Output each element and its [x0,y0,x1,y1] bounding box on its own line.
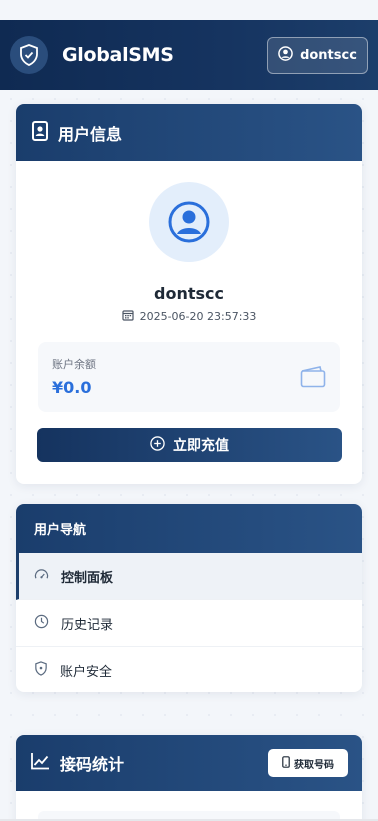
clock-icon [34,614,49,633]
balance-label: 账户余额 [52,358,96,371]
nav-item-history[interactable]: 历史记录 [16,600,362,647]
user-nav-header: 用户导航 [16,504,362,553]
user-nav-card: 用户导航 控制面板 历史记录 账户安全 [16,504,362,692]
registration-time: 2025-06-20 23:57:33 [16,309,362,324]
get-number-button[interactable]: 获取号码 [268,749,348,777]
avatar [149,182,229,262]
get-number-label: 获取号码 [294,759,334,771]
user-nav-title: 用户导航 [34,523,87,538]
nav-item-dashboard[interactable]: 控制面板 [16,553,362,600]
user-info-header: 用户信息 [16,104,362,161]
plus-circle-icon [150,435,165,455]
user-menu-label: dontscc [300,47,357,63]
registration-time-text: 2025-06-20 23:57:33 [139,310,257,323]
recharge-label: 立即充值 [173,438,229,454]
brand-name[interactable]: GlobalSMS [62,44,174,66]
stats-header: 接码统计 获取号码 [16,735,362,791]
navbar: GlobalSMS dontscc [0,20,378,90]
calendar-icon [121,309,134,324]
id-card-icon [32,120,48,145]
dashboard-icon [34,568,49,585]
user-info-title: 用户信息 [58,124,123,144]
stats-card: 接码统计 获取号码 [16,735,362,821]
username: dontscc [154,284,224,303]
nav-item-label: 历史记录 [61,617,114,633]
balance-box: 账户余额 ¥0.0 [38,342,340,412]
wallet-icon [300,366,326,392]
user-circle-icon [278,45,293,65]
shield-icon [34,661,48,680]
nav-item-label: 账户安全 [60,665,113,680]
user-avatar-icon [168,201,210,243]
user-info-card: 用户信息 dontscc 2025-06-20 23:57:33 账户余额 ¥0… [16,104,362,484]
shield-logo-icon[interactable] [10,36,48,74]
nav-item-label: 控制面板 [61,570,114,586]
balance-value: ¥0.0 [52,378,92,397]
line-chart-icon [30,752,50,774]
status-strip [0,0,378,20]
recharge-button[interactable]: 立即充值 [37,428,342,462]
nav-item-security[interactable]: 账户安全 [16,647,362,692]
user-menu-button[interactable]: dontscc [267,36,368,74]
stats-title: 接码统计 [60,755,125,774]
phone-icon [282,755,290,771]
